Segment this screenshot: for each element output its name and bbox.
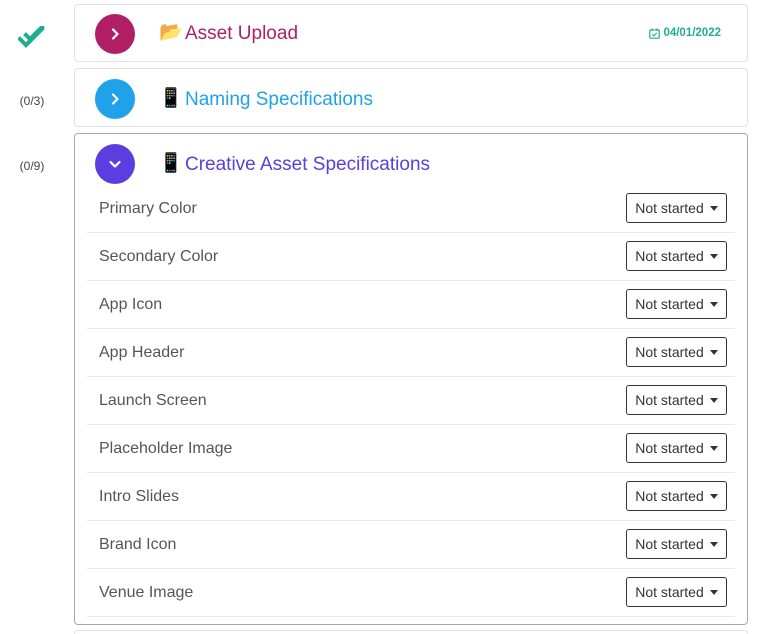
collapse-button[interactable] [95,144,135,184]
due-date-text: 04/01/2022 [663,27,721,39]
status-dropdown[interactable]: Not started [626,577,727,607]
expand-button[interactable] [95,14,135,54]
status-value: Not started [635,584,704,600]
item-label: Primary Color [99,200,197,217]
status-dropdown[interactable]: Not started [626,337,727,367]
section-title: Creative Asset Specifications [185,154,431,175]
status-dropdown[interactable]: Not started [626,433,727,463]
chevron-down-icon [109,160,121,168]
progress-count: (0/9) [19,159,45,173]
checklist-row: Primary Color Not started [87,185,735,233]
checklist-row: Venue Image Not started [87,569,735,617]
status-dropdown[interactable]: Not started [626,241,727,271]
mobile-phone-icon: 📱 [159,153,183,174]
checklist-row: App Header Not started [87,329,735,377]
section-header[interactable]: 📂 Asset Upload 04/01/2022 [75,5,747,65]
chevron-right-icon [111,28,119,40]
mobile-phone-icon: 📱 [159,88,183,109]
status-dropdown[interactable]: Not started [626,193,727,223]
checklist-row: App Icon Not started [87,281,735,329]
status-value: Not started [635,440,704,456]
caret-down-icon [709,301,718,307]
caret-down-icon [709,253,718,259]
status-value: Not started [635,200,704,216]
due-date: 04/01/2022 [649,27,721,39]
progress-count: (0/3) [19,94,45,108]
item-label: Intro Slides [99,488,180,505]
section-title: Naming Specifications [185,89,373,110]
item-label: Placeholder Image [99,440,233,457]
section-card-creative-asset-specifications: 📱 Creative Asset Specifications Primary … [74,133,748,625]
section-card-naming-specifications: 📱 Naming Specifications [74,68,748,127]
status-dropdown[interactable]: Not started [626,385,727,415]
section-title: Asset Upload [185,23,299,44]
status-value: Not started [635,536,704,552]
item-label: Venue Image [99,584,194,601]
status-value: Not started [635,296,704,312]
item-label: Brand Icon [99,536,177,553]
status-value: Not started [635,248,704,264]
folder-icon: 📂 [159,22,183,43]
checklist-page: 📂 Asset Upload 04/01/2022 (0/3) 📱 Naming… [0,0,759,634]
status-value: Not started [635,488,704,504]
caret-down-icon [709,349,718,355]
checklist-row: Placeholder Image Not started [87,425,735,473]
item-label: Secondary Color [99,248,219,265]
caret-down-icon [709,493,718,499]
section-card-next [74,630,748,634]
status-value: Not started [635,344,704,360]
caret-down-icon [709,445,718,451]
section-header[interactable]: 📱 Naming Specifications [75,69,747,129]
caret-down-icon [709,589,718,595]
item-label: App Icon [99,296,163,313]
caret-down-icon [709,541,718,547]
status-dropdown[interactable]: Not started [626,289,727,319]
checklist-row: Secondary Color Not started [87,233,735,281]
status-value: Not started [635,392,704,408]
expand-button[interactable] [95,79,135,119]
calendar-icon [649,28,661,39]
item-label: App Header [99,344,185,361]
status-dropdown[interactable]: Not started [626,529,727,559]
caret-down-icon [709,397,718,403]
chevron-right-icon [111,93,119,105]
status-dropdown[interactable]: Not started [626,481,727,511]
checklist-row: Launch Screen Not started [87,377,735,425]
section-card-asset-upload: 📂 Asset Upload 04/01/2022 [74,4,748,62]
item-label: Launch Screen [99,392,207,409]
checklist-row: Intro Slides Not started [87,473,735,521]
checklist-row: Brand Icon Not started [87,521,735,569]
double-check-icon [18,26,45,48]
caret-down-icon [709,205,718,211]
